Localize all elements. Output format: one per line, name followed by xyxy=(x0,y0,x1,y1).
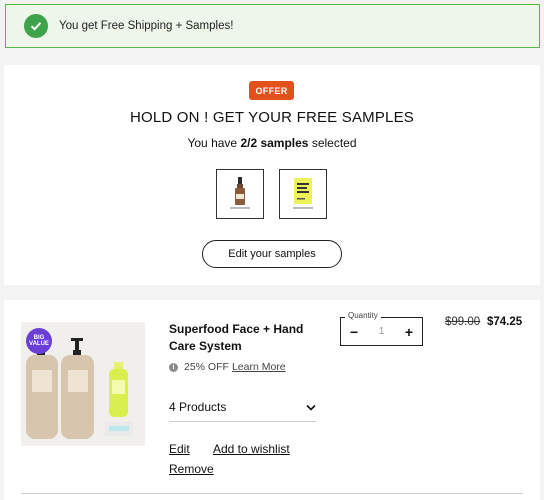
cart-line-item: BIG VALUE Superfood Face + Hand Care Sys… xyxy=(4,300,540,500)
value-badge: BIG VALUE xyxy=(26,328,52,354)
increment-button[interactable]: + xyxy=(405,325,413,339)
banner-text: You get Free Shipping + Samples! xyxy=(59,20,234,32)
bundle-contents-dropdown[interactable]: 4 Products xyxy=(169,392,316,422)
edit-samples-button[interactable]: Edit your samples xyxy=(202,240,342,268)
remove-link[interactable]: Remove xyxy=(169,462,214,476)
samples-prefix: You have xyxy=(187,136,241,150)
free-shipping-banner: You get Free Shipping + Samples! xyxy=(5,4,540,48)
samples-status: You have 2/2 samples selected xyxy=(4,136,540,150)
sample-packet-image xyxy=(293,178,313,209)
quantity-value[interactable]: 1 xyxy=(379,326,385,337)
sale-price: $74.25 xyxy=(487,316,523,328)
check-icon xyxy=(24,14,48,38)
quantity-stepper: − 1 + xyxy=(340,317,423,346)
chevron-down-icon xyxy=(306,400,316,414)
learn-more-link[interactable]: Learn More xyxy=(232,361,286,373)
sample-thumbnail-packet[interactable] xyxy=(279,169,327,219)
edit-link[interactable]: Edit xyxy=(169,442,190,456)
discount-text: 25% OFF xyxy=(184,361,229,373)
bundle-contents-label: 4 Products xyxy=(169,399,227,414)
discount-row: i 25% OFF Learn More xyxy=(169,361,286,373)
decrement-button[interactable]: − xyxy=(350,325,358,339)
samples-count: 2/2 samples xyxy=(240,136,309,150)
offer-title: HOLD ON ! GET YOUR FREE SAMPLES xyxy=(129,109,415,126)
quantity-label: Quantity xyxy=(345,311,381,320)
samples-suffix: selected xyxy=(308,136,357,150)
add-to-wishlist-link[interactable]: Add to wishlist xyxy=(213,442,290,456)
product-name[interactable]: Superfood Face + Hand Care System xyxy=(169,321,319,355)
divider xyxy=(21,493,523,494)
sample-thumbnail-serum[interactable] xyxy=(216,169,264,219)
info-icon: i xyxy=(169,362,178,372)
original-price: $99.00 xyxy=(445,316,481,328)
offer-badge: OFFER xyxy=(249,81,294,100)
product-image[interactable]: BIG VALUE xyxy=(21,322,145,446)
free-samples-offer: OFFER HOLD ON ! GET YOUR FREE SAMPLES Yo… xyxy=(4,65,540,285)
serum-bottle-image xyxy=(230,177,250,209)
